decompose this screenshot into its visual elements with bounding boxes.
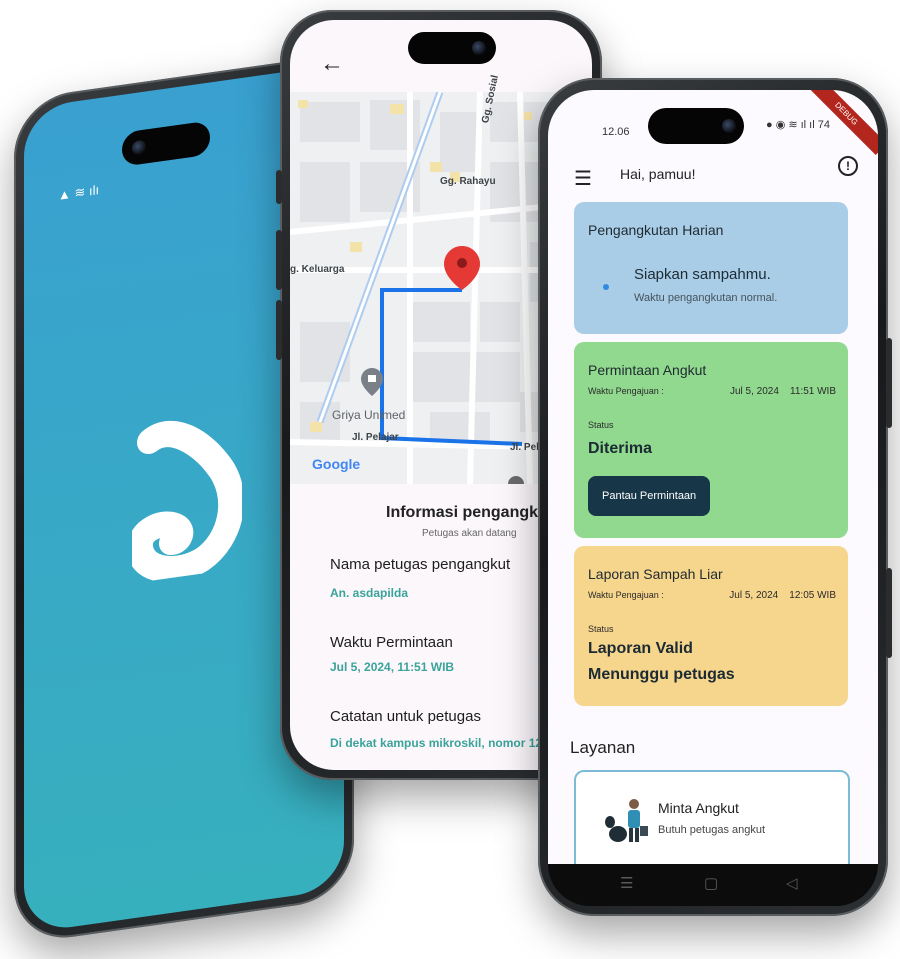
request-time-value: Jul 5, 2024, 11:51 WIB [330,660,455,674]
report-status-detail: Menunggu petugas [588,666,735,683]
info-title: Informasi pengangkut [386,504,554,521]
officer-note-value: Di dekat kampus mikroskil, nomor 12 A [330,736,554,750]
service-request-pickup[interactable]: Minta Angkut Butuh petugas angkut [574,770,850,864]
home-nav-icon[interactable]: ▢ [704,874,718,892]
battery-level: 74 [817,119,830,131]
report-status-label: Status [588,624,614,634]
request-title: Permintaan Angkut [588,362,707,378]
map-label-rahayu: Gg. Rahayu [440,176,496,187]
officer-note-label: Catatan untuk petugas [330,708,481,725]
dynamic-island [648,108,744,144]
track-request-button[interactable]: Pantau Permintaan [588,476,711,516]
officer-name-label: Nama petugas pengangkut [330,556,511,573]
app-logo-icon [132,420,242,583]
service-subtitle: Butuh petugas angkut [658,824,766,836]
phone-home: 12.06 ● ◉ ≋ ıl ıl 74 DEBUG ☰ Hai, pamuu!… [538,78,892,916]
greeting: Hai, pamuu! [620,166,696,182]
info-icon[interactable]: ! [838,156,858,176]
android-nav-bar: ☰ ▢ ◁ [548,864,878,906]
request-status-value: Diterima [588,440,653,457]
recent-apps-icon[interactable]: ☰ [620,874,633,892]
daily-pickup-card[interactable]: Pengangkutan Harian Siapkan sampahmu. Wa… [574,202,848,334]
request-submitted-label: Waktu Pengajuan : [588,386,664,396]
garbage-collector-icon [605,799,648,842]
map-label-griya: Griya Unimed [332,408,406,422]
home-screen: 12.06 ● ◉ ≋ ıl ıl 74 DEBUG ☰ Hai, pamuu!… [548,90,878,864]
report-submitted-value: Jul 5, 2024 12:05 WIB [729,590,836,601]
status-dot-icon [603,284,609,290]
services-title: Layanan [570,738,636,757]
google-logo: Google [312,456,361,472]
service-title: Minta Angkut [658,800,739,816]
status-time: 12.06 [602,126,630,138]
wifi-icon: ▲ ≋ ılı [58,182,100,203]
request-status-label: Status [588,420,614,430]
officer-name-value: An. asdapilda [330,586,409,600]
dynamic-island [408,32,496,64]
back-arrow-icon[interactable]: ← [320,50,344,78]
request-time-label: Waktu Permintaan [330,634,453,651]
daily-pickup-note: Waktu pengangkutan normal. [634,292,778,304]
hamburger-menu-icon[interactable]: ☰ [574,166,592,191]
illegal-waste-report-card[interactable]: Laporan Sampah Liar Waktu Pengajuan : Ju… [574,546,848,706]
daily-pickup-message: Siapkan sampahmu. [634,266,771,283]
map-label-pelajar-left: Jl. Pelajar [352,432,399,443]
report-title: Laporan Sampah Liar [588,566,723,582]
status-icons: ● ◉ ≋ ıl ıl 74 [766,119,830,131]
map-label-keluarga: g. Keluarga [290,264,345,275]
back-nav-icon[interactable]: ◁ [786,874,798,892]
pickup-request-card[interactable]: Permintaan Angkut Waktu Pengajuan : Jul … [574,342,848,538]
report-submitted-label: Waktu Pengajuan : [588,590,664,600]
info-subtitle: Petugas akan datang [422,528,517,539]
request-submitted-value: Jul 5, 2024 11:51 WIB [730,386,836,397]
daily-pickup-title: Pengangkutan Harian [588,222,724,238]
report-status-value: Laporan Valid [588,640,693,657]
